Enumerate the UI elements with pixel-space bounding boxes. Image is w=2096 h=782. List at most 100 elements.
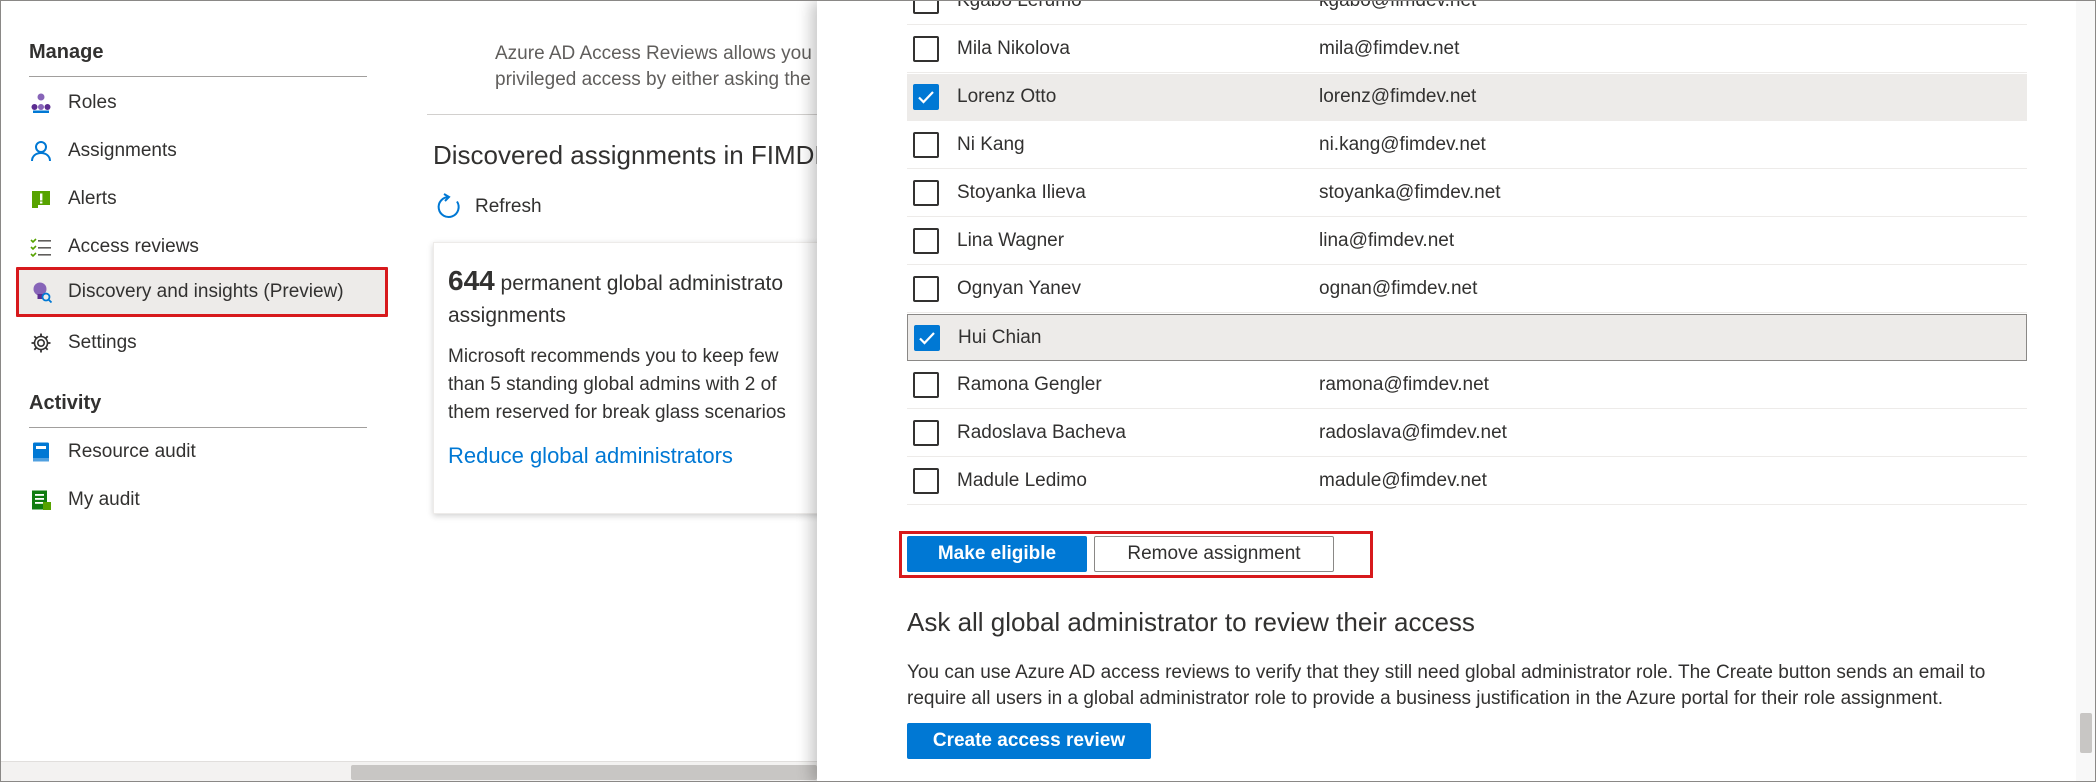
intro-line: Azure AD Access Reviews allows you t xyxy=(495,43,817,64)
manage-divider xyxy=(29,76,367,77)
ask-desc-line: You can use Azure AD access reviews to v… xyxy=(907,662,1986,683)
checkbox[interactable] xyxy=(913,36,939,62)
checkbox[interactable] xyxy=(913,180,939,206)
assignment-row[interactable]: Lorenz Otto lorenz@fimdev.net xyxy=(907,74,2027,121)
assignment-row[interactable]: Ni Kang ni.kang@fimdev.net xyxy=(907,122,2027,169)
checkbox-checked[interactable] xyxy=(913,84,939,110)
assignment-row[interactable]: Mila Nikolova mila@fimdev.net xyxy=(907,26,2027,73)
assignment-row[interactable]: Madule Ledimo madule@fimdev.net xyxy=(907,458,2027,505)
nav-item-alerts[interactable]: Alerts xyxy=(16,177,388,221)
card-desc-line: them reserved for break glass scenarios xyxy=(448,402,786,423)
user-name: Ognyan Yanev xyxy=(957,278,1081,299)
checkbox[interactable] xyxy=(913,372,939,398)
user-name: Mila Nikolova xyxy=(957,38,1070,59)
card-title: 644 permanent global administrato assign… xyxy=(448,265,817,332)
left-navigation: Manage Roles Assignments Alerts Access r xyxy=(1,1,397,781)
nav-item-settings[interactable]: Settings xyxy=(16,321,388,365)
checkbox[interactable] xyxy=(913,420,939,446)
user-email: madule@fimdev.net xyxy=(1319,470,1487,491)
nav-item-access-reviews[interactable]: Access reviews xyxy=(16,225,388,269)
admin-count: 644 xyxy=(448,265,495,296)
user-name: Lorenz Otto xyxy=(957,86,1057,107)
assignment-row[interactable]: Ramona Gengler ramona@fimdev.net xyxy=(907,362,2027,409)
user-email: ramona@fimdev.net xyxy=(1319,374,1489,395)
nav-item-my-audit[interactable]: My audit xyxy=(16,478,388,522)
assignments-panel: Kgabo Lerumokgabo@fimdev.netMila Nikolov… xyxy=(817,1,2095,781)
user-name: Madule Ledimo xyxy=(957,470,1087,491)
nav-item-roles[interactable]: Roles xyxy=(16,81,388,125)
card-description: Microsoft recommends you to keep few tha… xyxy=(448,343,817,427)
checkbox[interactable] xyxy=(913,468,939,494)
audit-book-icon xyxy=(30,441,52,463)
vertical-scrollbar[interactable] xyxy=(2076,1,2095,781)
checkbox[interactable] xyxy=(913,1,939,14)
card-title-text: permanent global administrato xyxy=(494,272,784,295)
refresh-icon xyxy=(437,193,460,218)
nav-item-label: Assignments xyxy=(68,140,177,161)
user-name: Kgabo Lerumo xyxy=(957,1,1319,12)
assignment-row[interactable]: Stoyanka Ilieva stoyanka@fimdev.net xyxy=(907,170,2027,217)
app-window: Manage Roles Assignments Alerts Access r xyxy=(0,0,2096,782)
reduce-global-admins-link[interactable]: Reduce global administrators xyxy=(448,443,733,469)
user-email: lorenz@fimdev.net xyxy=(1319,86,1477,107)
user-name: Lina Wagner xyxy=(957,230,1065,251)
assignment-row[interactable]: Radoslava Bacheva radoslava@fimdev.net xyxy=(907,410,2027,457)
activity-divider xyxy=(29,427,367,428)
user-email: ni.kang@fimdev.net xyxy=(1319,134,1486,155)
section-title: Discovered assignments in FIMDE xyxy=(433,140,817,170)
ask-review-title: Ask all global administrator to review t… xyxy=(907,607,1475,637)
user-email: ognan@fimdev.net xyxy=(1319,278,1478,299)
assignment-row[interactable]: Hui Chian xyxy=(907,314,2027,361)
nav-item-resource-audit[interactable]: Resource audit xyxy=(16,430,388,474)
nav-item-label: My audit xyxy=(68,489,140,510)
audit-list-icon xyxy=(30,489,52,511)
nav-item-label: Alerts xyxy=(68,188,117,209)
make-eligible-button[interactable]: Make eligible xyxy=(907,536,1087,572)
nav-item-label: Resource audit xyxy=(68,441,196,462)
user-email: radoslava@fimdev.net xyxy=(1319,422,1507,443)
roles-icon xyxy=(30,92,52,114)
assignment-row[interactable]: Ognyan Yanev ognan@fimdev.net xyxy=(907,266,2027,313)
assignment-row[interactable]: Kgabo Lerumokgabo@fimdev.net xyxy=(907,1,2027,25)
checkbox[interactable] xyxy=(913,228,939,254)
intro-line: privileged access by either asking the xyxy=(495,69,811,90)
refresh-label: Refresh xyxy=(475,196,542,217)
checkbox-checked[interactable] xyxy=(914,324,940,351)
checkmark-icon xyxy=(918,91,934,104)
alert-icon xyxy=(30,188,52,210)
checklist-icon xyxy=(30,236,52,258)
checkbox[interactable] xyxy=(913,276,939,302)
remove-assignment-button[interactable]: Remove assignment xyxy=(1094,536,1334,572)
ask-desc-line: require all users in a global administra… xyxy=(907,688,1944,709)
horizontal-scrollbar[interactable] xyxy=(1,761,817,781)
person-icon xyxy=(30,140,52,162)
nav-item-label: Settings xyxy=(68,332,137,353)
nav-item-assignments[interactable]: Assignments xyxy=(16,129,388,173)
user-email: kgabo@fimdev.net xyxy=(1319,1,1476,12)
user-name: Stoyanka Ilieva xyxy=(957,182,1086,203)
user-name: Radoslava Bacheva xyxy=(957,422,1126,443)
card-desc-line: Microsoft recommends you to keep few xyxy=(448,346,779,367)
create-access-review-button[interactable]: Create access review xyxy=(907,723,1151,759)
user-name: Hui Chian xyxy=(958,326,1042,348)
discovery-highlight-box xyxy=(16,267,388,317)
checkbox[interactable] xyxy=(913,132,939,158)
card-title-line2: assignments xyxy=(448,304,566,327)
ask-review-description: You can use Azure AD access reviews to v… xyxy=(907,660,2037,712)
intro-text: Azure AD Access Reviews allows you t pri… xyxy=(495,41,817,93)
scrollbar-thumb[interactable] xyxy=(2080,713,2092,753)
intro-divider xyxy=(427,114,817,115)
global-admin-card: 644 permanent global administrato assign… xyxy=(433,242,817,514)
user-email: lina@fimdev.net xyxy=(1319,230,1455,251)
user-email: mila@fimdev.net xyxy=(1319,38,1460,59)
assignment-row[interactable]: Lina Wagner lina@fimdev.net xyxy=(907,218,2027,265)
checkmark-icon xyxy=(919,331,935,345)
scrollbar-thumb[interactable] xyxy=(351,765,817,780)
manage-heading: Manage xyxy=(29,41,104,63)
discovery-content: Azure AD Access Reviews allows you t pri… xyxy=(397,1,817,761)
refresh-button[interactable]: Refresh xyxy=(435,193,542,221)
card-desc-line: than 5 standing global admins with 2 of xyxy=(448,374,777,395)
user-name: Ramona Gengler xyxy=(957,374,1102,395)
activity-heading: Activity xyxy=(29,392,102,414)
user-name: Ni Kang xyxy=(957,134,1025,155)
